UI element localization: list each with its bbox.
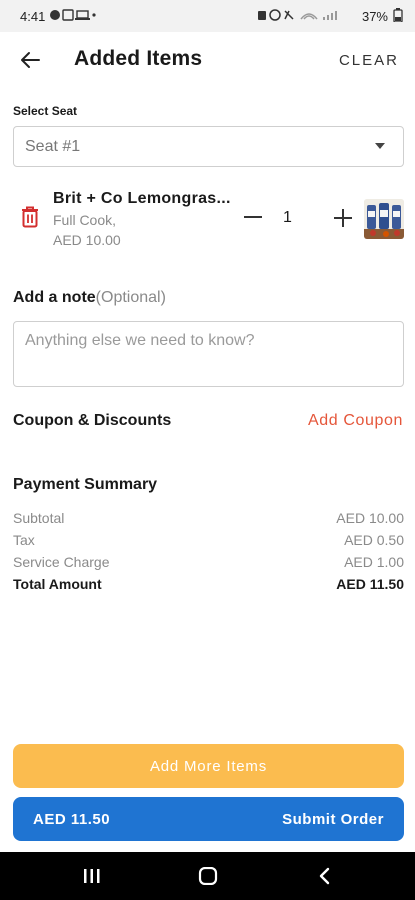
submit-label: Submit Order	[282, 810, 384, 828]
recent-apps-button[interactable]	[79, 864, 105, 888]
seat-label: Select Seat	[13, 104, 78, 118]
note-placeholder: Anything else we need to know?	[25, 332, 255, 349]
submit-amount: AED 11.50	[33, 810, 111, 828]
note-optional-text: (Optional)	[95, 289, 166, 306]
back-button[interactable]	[16, 46, 44, 74]
chevron-left-icon	[319, 867, 330, 885]
minus-icon	[244, 216, 262, 218]
battery-icon	[393, 7, 403, 25]
seat-dropdown[interactable]: Seat #1	[13, 126, 404, 167]
item-name: Brit + Co Lemongras...	[53, 190, 231, 207]
item-thumbnail	[364, 199, 404, 239]
increase-quantity-button[interactable]	[332, 207, 354, 229]
add-more-items-button[interactable]: Add More Items	[13, 744, 404, 788]
home-button[interactable]	[195, 864, 221, 888]
cart-item: Brit + Co Lemongras... Full Cook, AED 10…	[0, 182, 415, 252]
caret-down-icon	[375, 143, 385, 149]
summary-row-subtotal: Subtotal AED 10.00	[13, 510, 404, 526]
coupon-label: Coupon & Discounts	[13, 412, 172, 429]
system-icons	[257, 8, 357, 25]
summary-row-total: Total Amount AED 11.50	[13, 576, 404, 592]
summary-row-service-charge: Service Charge AED 1.00	[13, 554, 404, 570]
summary-row-tax: Tax AED 0.50	[13, 532, 404, 548]
note-label: Add a note(Optional)	[13, 289, 166, 307]
recent-apps-icon	[84, 869, 100, 883]
add-coupon-link[interactable]: Add Coupon	[308, 412, 403, 430]
plus-icon	[334, 209, 352, 227]
status-right: 37%	[257, 7, 403, 25]
battery-percent: 37%	[361, 8, 388, 24]
system-nav-bar	[0, 852, 415, 900]
summary-label: Total Amount	[13, 576, 102, 592]
app-header: Added Items CLEAR	[0, 32, 415, 90]
summary-value: AED 11.50	[336, 576, 404, 592]
summary-value: AED 10.00	[336, 510, 404, 526]
page-title: Added Items	[74, 47, 203, 70]
seat-selected-value: Seat #1	[25, 137, 81, 155]
note-label-text: Add a note	[13, 289, 96, 306]
notification-icons	[50, 8, 96, 24]
status-left: 4:41	[20, 9, 96, 24]
item-quantity: 1	[283, 209, 292, 226]
summary-value: AED 1.00	[344, 554, 404, 570]
decrease-quantity-button[interactable]	[243, 207, 263, 227]
payment-summary-title: Payment Summary	[13, 476, 158, 493]
clear-button[interactable]: CLEAR	[339, 52, 399, 69]
item-description: Full Cook,	[53, 212, 117, 228]
summary-value: AED 0.50	[344, 532, 404, 548]
summary-label: Tax	[13, 532, 35, 548]
delete-item-button[interactable]	[20, 206, 40, 233]
summary-label: Service Charge	[13, 554, 110, 570]
note-input[interactable]: Anything else we need to know?	[13, 321, 404, 387]
arrow-left-icon	[21, 52, 40, 68]
item-price: AED 10.00	[53, 232, 121, 248]
status-time: 4:41	[20, 8, 46, 24]
system-back-button[interactable]	[311, 864, 337, 888]
submit-order-button[interactable]: AED 11.50 Submit Order	[13, 797, 404, 841]
trash-icon	[22, 206, 38, 228]
home-icon	[198, 867, 218, 885]
summary-label: Subtotal	[13, 510, 65, 526]
status-bar: 4:41 37%	[0, 0, 415, 32]
